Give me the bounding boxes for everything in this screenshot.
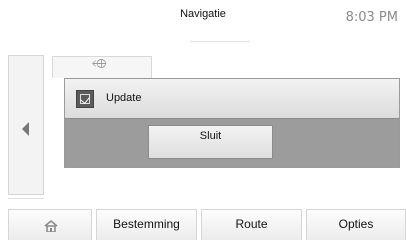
clock: 8:03 PM (345, 10, 398, 25)
navigation-icon: ⬲ (92, 56, 107, 71)
update-icon (76, 90, 94, 108)
tab-bestemming[interactable]: Bestemming (96, 209, 197, 240)
home-button[interactable] (8, 209, 92, 240)
divider (8, 198, 44, 199)
bottom-navigation-bar: Bestemming Route Opties (8, 209, 406, 240)
dialog-title: Update (106, 92, 142, 104)
chevron-left-icon (22, 122, 29, 136)
divider (190, 41, 250, 42)
home-icon (44, 220, 58, 232)
close-button[interactable]: Sluit (148, 125, 273, 159)
tab-route[interactable]: Route (201, 209, 302, 240)
tab-opties[interactable]: Opties (306, 209, 406, 240)
